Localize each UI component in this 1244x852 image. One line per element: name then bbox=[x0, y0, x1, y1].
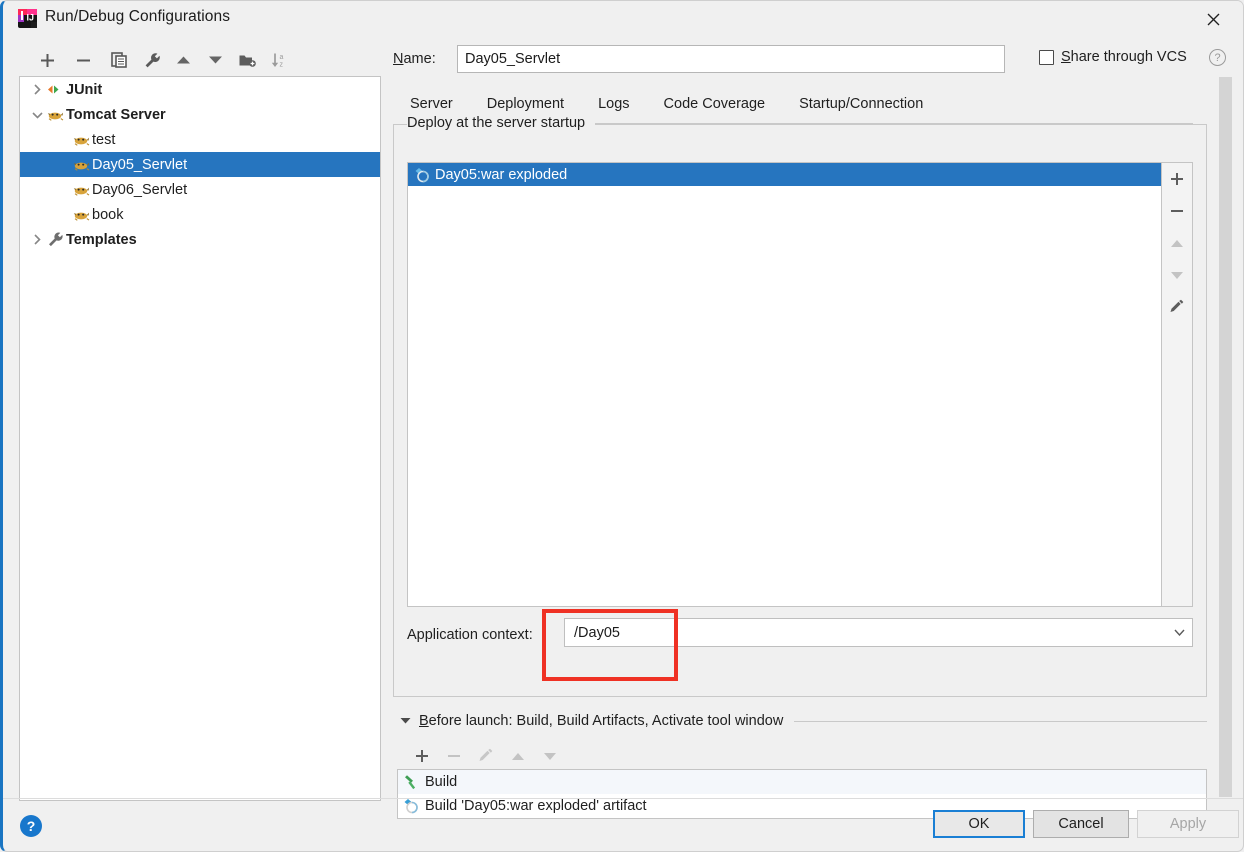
remove-configuration-button[interactable] bbox=[69, 46, 97, 74]
name-label-rest: ame: bbox=[403, 51, 436, 67]
before-launch-mnemonic: B bbox=[419, 713, 429, 729]
tree-item-label: Day06_Servlet bbox=[92, 181, 188, 198]
wrench-icon bbox=[46, 231, 65, 248]
application-context-combobox[interactable]: /Day05 bbox=[564, 618, 1193, 647]
before-launch-header[interactable]: Before launch: Build, Build Artifacts, A… bbox=[400, 713, 1207, 729]
configurations-tree[interactable]: JUnit Tomcat Server test Day05_Servlet Day06… bbox=[19, 76, 381, 801]
task-up-button bbox=[503, 741, 533, 771]
artifact-icon bbox=[414, 167, 435, 183]
artifact-label: Day05:war exploded bbox=[435, 166, 568, 183]
scrollbar-thumb[interactable] bbox=[1219, 77, 1232, 797]
tomcat-icon bbox=[72, 206, 91, 223]
chevron-right-icon[interactable] bbox=[28, 84, 46, 95]
tree-item-day06-servlet[interactable]: Day06_Servlet bbox=[20, 177, 380, 202]
remove-task-button bbox=[439, 741, 469, 771]
task-label: Build 'Day05:war exploded' artifact bbox=[425, 798, 647, 814]
tree-item-junit[interactable]: JUnit bbox=[20, 77, 380, 102]
remove-artifact-button[interactable] bbox=[1162, 195, 1191, 227]
footer-divider bbox=[3, 798, 1243, 799]
share-checkbox-box[interactable] bbox=[1039, 49, 1054, 65]
tree-item-templates[interactable]: Templates bbox=[20, 227, 380, 252]
intellij-idea-icon: IJ bbox=[17, 8, 38, 29]
edit-task-button bbox=[471, 741, 501, 771]
share-checkbox-label: Share through VCS bbox=[1061, 49, 1187, 65]
deployment-artifact-list[interactable]: Day05:war exploded bbox=[407, 162, 1162, 607]
chevron-right-icon[interactable] bbox=[28, 234, 46, 245]
title-bar: IJ Run/Debug Configurations bbox=[3, 1, 1243, 37]
dialog-title: Run/Debug Configurations bbox=[45, 8, 231, 25]
tree-item-day05-servlet[interactable]: Day05_Servlet bbox=[20, 152, 380, 177]
help-icon[interactable]: ? bbox=[1209, 49, 1226, 66]
application-context-value[interactable]: /Day05 bbox=[565, 625, 1166, 641]
svg-text:IJ: IJ bbox=[27, 13, 35, 23]
hammer-icon bbox=[403, 774, 425, 790]
ok-button[interactable]: OK bbox=[933, 810, 1025, 838]
add-artifact-button[interactable] bbox=[1162, 163, 1191, 195]
tree-item-label: JUnit bbox=[66, 81, 103, 98]
list-item[interactable]: Day05:war exploded bbox=[408, 163, 1161, 186]
new-folder-icon[interactable] bbox=[233, 46, 261, 74]
configuration-editor: Name: Share through VCS ? ServerDeployme… bbox=[393, 41, 1226, 819]
configurations-toolbar: a z bbox=[19, 46, 379, 78]
apply-button: Apply bbox=[1137, 810, 1239, 838]
move-down-button[interactable] bbox=[201, 46, 229, 74]
chevron-down-icon[interactable] bbox=[28, 111, 46, 119]
tomcat-icon bbox=[72, 156, 91, 173]
junit-icon bbox=[46, 81, 65, 98]
add-task-button[interactable] bbox=[407, 741, 437, 771]
share-through-vcs-checkbox[interactable]: Share through VCS bbox=[1039, 49, 1187, 65]
cancel-button[interactable]: Cancel bbox=[1033, 810, 1129, 838]
tree-item-label: Templates bbox=[66, 231, 137, 248]
before-launch-divider bbox=[794, 720, 1207, 722]
before-launch-title: Before launch: Build, Build Artifacts, A… bbox=[419, 713, 783, 729]
svg-text:z: z bbox=[279, 62, 283, 69]
deploy-legend: Deploy at the server startup bbox=[407, 115, 1193, 131]
tree-item-label: book bbox=[92, 206, 124, 223]
tree-item-label: Tomcat Server bbox=[66, 106, 166, 123]
name-label-mnemonic: N bbox=[393, 51, 404, 67]
copy-configuration-button[interactable] bbox=[105, 46, 133, 74]
run-debug-configurations-dialog: IJ Run/Debug Configurations a z JUnit To… bbox=[0, 0, 1244, 852]
deploy-legend-label: Deploy at the server startup bbox=[407, 115, 596, 131]
help-button[interactable]: ? bbox=[20, 815, 42, 837]
move-artifact-down-button bbox=[1162, 259, 1191, 291]
chevron-down-icon[interactable] bbox=[1166, 629, 1192, 636]
chevron-down-icon[interactable] bbox=[400, 716, 411, 727]
share-label-rest: hare through VCS bbox=[1070, 49, 1187, 65]
share-label-mnemonic: S bbox=[1061, 49, 1071, 65]
wrench-icon[interactable] bbox=[138, 46, 166, 74]
tree-item-tomcat-server[interactable]: Tomcat Server bbox=[20, 102, 380, 127]
name-label: Name: bbox=[393, 51, 436, 67]
before-launch-title-rest: efore launch: Build, Build Artifacts, Ac… bbox=[428, 713, 784, 729]
sort-alpha-icon[interactable]: a z bbox=[265, 46, 293, 74]
add-configuration-button[interactable] bbox=[33, 46, 61, 74]
move-artifact-up-button bbox=[1162, 227, 1191, 259]
tree-item-label: test bbox=[92, 131, 116, 148]
tomcat-icon bbox=[46, 106, 65, 123]
dialog-scrollbar[interactable] bbox=[1218, 71, 1233, 801]
tomcat-icon bbox=[72, 131, 91, 148]
close-icon[interactable] bbox=[1191, 3, 1235, 35]
application-context-label: Application context: bbox=[407, 627, 533, 643]
edit-artifact-button[interactable] bbox=[1162, 291, 1191, 323]
list-item[interactable]: Build bbox=[398, 770, 1206, 794]
before-launch-toolbar bbox=[399, 741, 599, 771]
tree-item-test[interactable]: test bbox=[20, 127, 380, 152]
move-up-button[interactable] bbox=[169, 46, 197, 74]
task-label: Build bbox=[425, 774, 458, 790]
tomcat-icon bbox=[72, 181, 91, 198]
artifact-icon bbox=[403, 798, 425, 814]
svg-text:a: a bbox=[279, 54, 283, 61]
tree-item-book[interactable]: book bbox=[20, 202, 380, 227]
artifact-side-toolbar bbox=[1162, 162, 1193, 607]
task-down-button bbox=[535, 741, 565, 771]
deployment-panel: Deploy at the server startup Day05:war e… bbox=[393, 115, 1207, 697]
tree-item-label: Day05_Servlet bbox=[92, 156, 188, 173]
legend-divider bbox=[595, 122, 1193, 124]
name-input[interactable] bbox=[457, 45, 1005, 73]
